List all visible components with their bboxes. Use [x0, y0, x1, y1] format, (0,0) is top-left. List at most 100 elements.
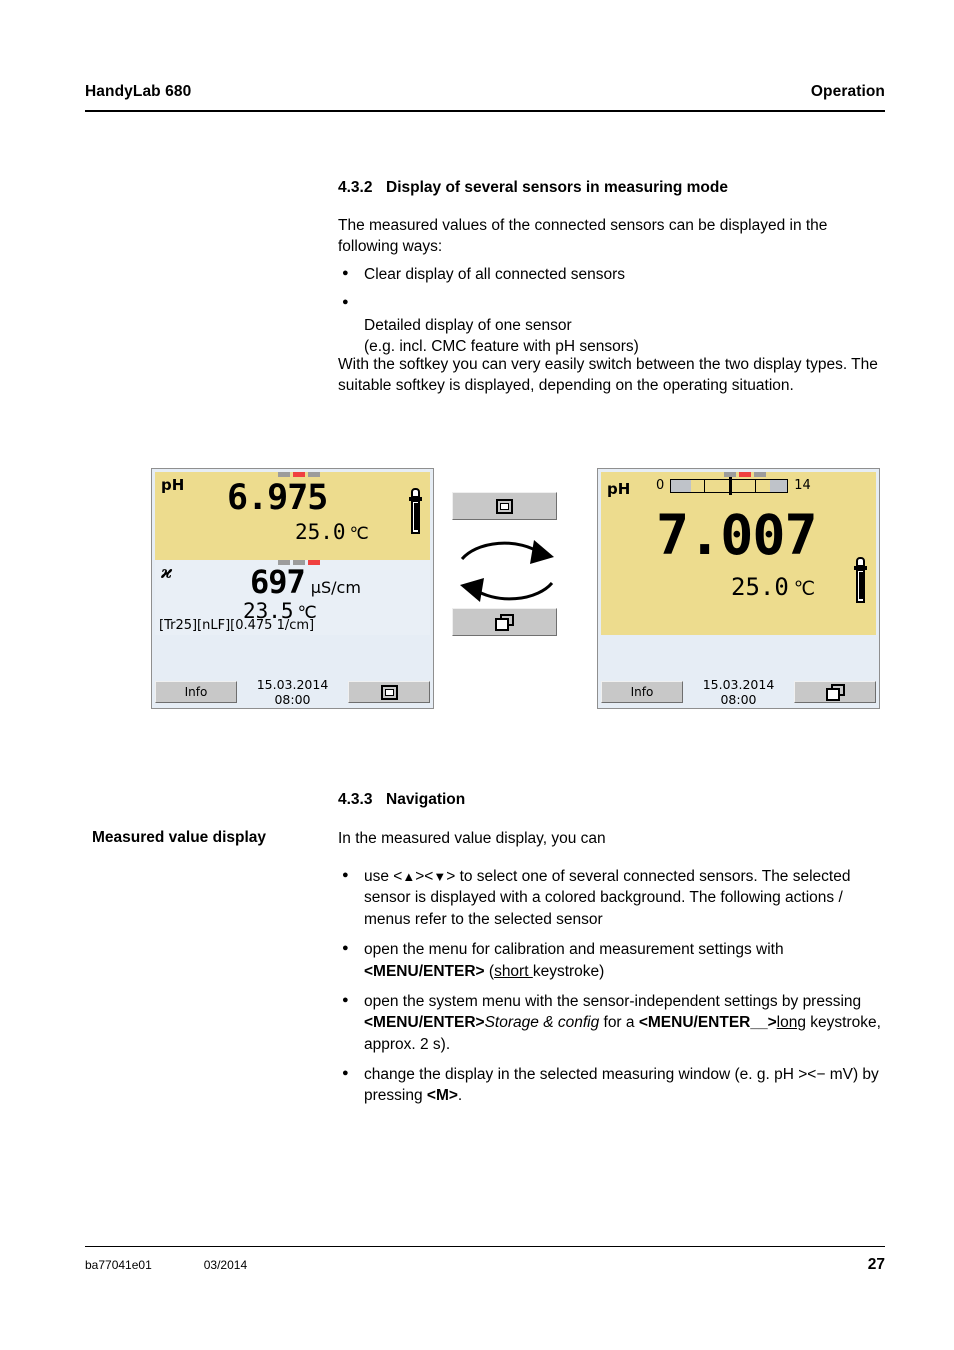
key-menu-enter: <MENU/ENTER> [364, 1014, 485, 1032]
nav-bullet-2-text-b: ( [484, 962, 495, 980]
arrow-down-icon: ▼ [433, 869, 447, 884]
marker-segment-active [739, 472, 751, 477]
ph-temperature-unit: ℃ [793, 578, 816, 600]
key-menu-enter-part1: <MENU/ [638, 1014, 698, 1032]
footer-page-number: 27 [867, 1256, 885, 1273]
cmc-tick [754, 478, 757, 493]
list-item: use <▲><▼> to select one of several conn… [338, 865, 886, 930]
multi-window-icon [825, 683, 845, 701]
instrument-display-clear[interactable]: pH 6.975 25.0 ℃ ϰ 697 µS/cm 23.5 ℃ [Tr25… [151, 468, 434, 709]
single-window-icon [496, 498, 513, 514]
display-toggle-softkey-left[interactable] [348, 681, 430, 703]
cmc-zone-high [769, 479, 788, 492]
key-menu-enter: <MENU/ENTER> [364, 962, 485, 980]
single-window-icon [380, 684, 398, 700]
marker-segment [308, 472, 320, 477]
timestamp-left: 15.03.2014 08:00 [256, 677, 329, 707]
list-item: open the system menu with the sensor-ind… [338, 990, 886, 1055]
cmc-tick [703, 478, 706, 493]
measuring-window-conductivity[interactable]: ϰ 697 µS/cm 23.5 ℃ [Tr25][nLF][0.475 1/c… [155, 560, 430, 635]
cmc-bar-track [670, 476, 789, 495]
measuring-window-ph-detailed[interactable]: pH 0 14 7.007 25.0 ℃ [601, 472, 876, 635]
multi-window-icon [495, 613, 514, 631]
page-header: HandyLab 680 Operation [85, 83, 885, 101]
info-softkey-left[interactable]: Info [155, 681, 237, 703]
bullet-clear-display: Clear display of all connected sensors [364, 266, 626, 283]
section-title-432: Display of several sensors in measuring … [386, 179, 728, 196]
conductivity-measured-value: 697 [250, 563, 306, 601]
softkey-bar-left: Info 15.03.2014 08:00 [155, 677, 430, 707]
softkey-bar-right: Info 15.03.2014 08:00 [601, 677, 876, 707]
circular-swap-arrows-icon [460, 540, 554, 602]
nav-bullet-2-text-a: open the menu for calibration and measur… [364, 941, 784, 959]
nav-bullet-1-text-a: use < [364, 868, 403, 885]
conductivity-unit: µS/cm [310, 578, 361, 597]
menu-path-storage-config: Storage & config [484, 1014, 600, 1032]
section-heading-432: 4.3.2 Display of several sensors in meas… [338, 178, 886, 198]
list-item: Clear display of all connected sensors [338, 263, 886, 285]
cmc-max-label: 14 [794, 478, 811, 493]
section-number-432: 4.3.2 [338, 179, 373, 196]
key-m: <M> [426, 1087, 458, 1105]
ph-measured-value: 6.975 [227, 478, 328, 518]
footer-date: 03/2014 [203, 1258, 248, 1272]
nav-bullet-3-text-a: open the system menu with the sensor-ind… [364, 992, 862, 1010]
ph-temperature-row: 25.0 ℃ [731, 575, 815, 599]
swap-softkey-multi[interactable] [452, 608, 557, 636]
display-swap-illustration [452, 492, 562, 642]
marker-segment-active [293, 472, 305, 477]
marker-segment [278, 472, 290, 477]
stabilisation-markers-ph [278, 472, 320, 477]
header-chapter-title: Operation [810, 83, 885, 100]
navigation-lead-text: In the measured value display, you can [338, 830, 606, 847]
header-rule [85, 110, 885, 112]
conductivity-info-line: [Tr25][nLF][0.475 1/cm] [159, 618, 315, 633]
list-item: Detailed display of one sensor (e.g. inc… [338, 292, 886, 357]
arrow-up-icon: ▲ [402, 869, 416, 884]
ph-electrode-icon [854, 557, 867, 603]
sensor-label-ph: pH [607, 480, 631, 498]
footer-rule [85, 1246, 885, 1247]
list-item: open the menu for calibration and measur… [338, 938, 886, 982]
marker-segment [754, 472, 766, 477]
swap-softkey-single[interactable] [452, 492, 557, 520]
info-softkey-right[interactable]: Info [601, 681, 683, 703]
nav-bullet-1-text-b: >< [415, 868, 434, 885]
nav-bullet-4-text-a: change the display in the selected measu… [364, 1066, 799, 1083]
section-title-433: Navigation [386, 791, 466, 808]
cmc-min-label: 0 [656, 478, 665, 493]
footer-document-id: ba77041e01 [85, 1258, 152, 1272]
timestamp-right: 15.03.2014 08:00 [702, 677, 775, 707]
keystroke-long: long [776, 1014, 806, 1032]
section-heading-433: 4.3.3 Navigation [338, 790, 886, 810]
display-type-list: Clear display of all connected sensors D… [338, 263, 886, 358]
ph-temperature-row: 25.0 ℃ [295, 522, 369, 543]
margin-label-measured-value-display: Measured value display [92, 829, 267, 846]
ph-temperature-value: 25.0 [731, 573, 789, 601]
ph-temperature-unit: ℃ [349, 524, 369, 544]
instrument-display-detailed[interactable]: pH 0 14 7.007 25.0 ℃ Info 15.03.2014 08:… [597, 468, 880, 709]
conductivity-value-row: 697 µS/cm [250, 566, 361, 598]
display-toggle-softkey-right[interactable] [794, 681, 876, 703]
cmc-zone-low [671, 479, 691, 492]
section-number-433: 4.3.3 [338, 791, 373, 808]
marker-segment-active [308, 560, 320, 565]
list-item: change the display in the selected measu… [338, 1063, 886, 1107]
nav-bullet-3-text-b: for a [599, 1014, 639, 1032]
sensor-label-ph: pH [161, 476, 185, 494]
bullet-detailed-display: Detailed display of one sensor (e.g. inc… [364, 316, 639, 356]
info-softkey-label: Info [630, 685, 654, 699]
sensor-label-conductivity: ϰ [161, 563, 173, 583]
key-menu-enter-part2: ENTER__> [697, 1014, 777, 1032]
measuring-window-ph[interactable]: pH 6.975 25.0 ℃ [155, 472, 430, 560]
info-softkey-label: Info [184, 685, 208, 699]
navigation-actions-list: use <▲><▼> to select one of several conn… [338, 865, 886, 1107]
ph-measured-value-large: 7.007 [656, 503, 818, 567]
toggle-symbol-icon: ><− [798, 1066, 826, 1083]
intro-paragraph-432: The measured values of the connected sen… [338, 217, 828, 256]
nav-bullet-2-text-c: keystroke) [532, 962, 605, 980]
keystroke-short: short [494, 962, 533, 980]
document-page: HandyLab 680 Operation 4.3.2 Display of … [0, 0, 954, 1350]
ph-temperature-value: 25.0 [295, 520, 346, 544]
cmc-pointer [729, 476, 733, 495]
